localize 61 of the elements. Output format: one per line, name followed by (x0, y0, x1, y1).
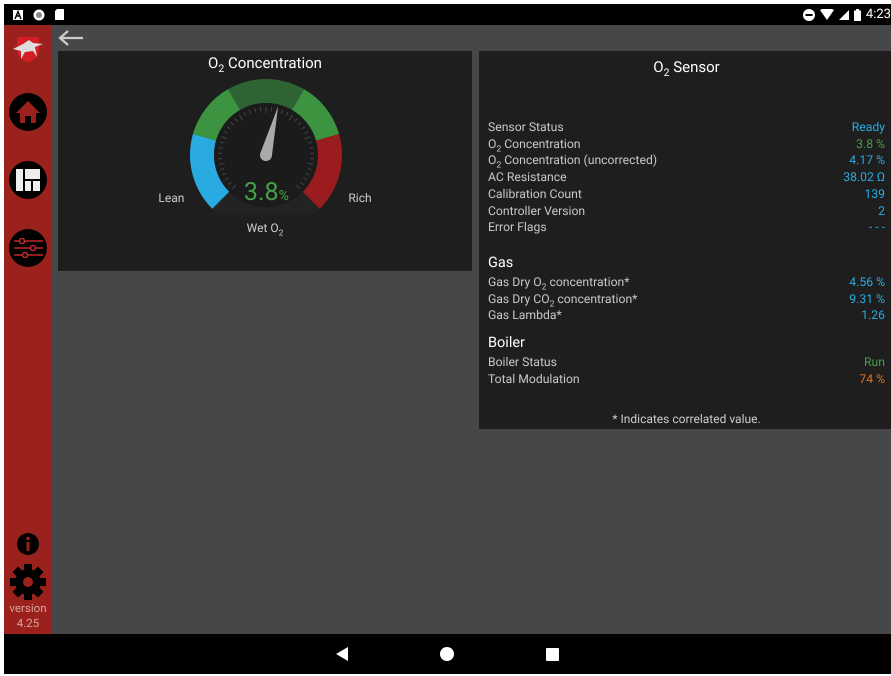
back-nav-button[interactable] (336, 647, 348, 661)
row-value: 4.17 % (849, 152, 885, 170)
row-label: Gas Dry CO$_{2}$ concentration* (488, 290, 638, 308)
row-label: AC Resistance (488, 169, 567, 186)
back-triangle-icon (336, 647, 348, 661)
card-title: O$_{2}$ Sensor (652, 57, 721, 77)
record-icon (33, 8, 45, 20)
row-value: 3.8 % (856, 136, 885, 152)
row-label: Controller Version (488, 202, 586, 220)
row-value: 9.31 % (849, 290, 885, 308)
gauge-value: 3.8% (244, 178, 289, 207)
footnote: * Indicates correlated value. (611, 412, 762, 426)
battery-icon (854, 8, 861, 20)
logo-drawing (11, 35, 45, 63)
dashboard-button[interactable] (9, 161, 47, 199)
rich-label: Rich (348, 191, 372, 205)
row-label: O$_{2}$ Concentration (488, 136, 581, 152)
row-value: 38.02 Ω (843, 169, 885, 186)
row-label: Gas Dry O$_{2}$ concentration* (488, 274, 630, 291)
row-value: 139 (864, 186, 885, 203)
home-nav-button[interactable] (440, 647, 454, 661)
row-value: 74 % (859, 370, 885, 388)
row-value: 1.26 (861, 307, 885, 324)
do-not-disturb-icon (802, 8, 815, 20)
row-value: - - - (868, 219, 885, 236)
dashboard-icon (16, 169, 40, 191)
lean-label: Lean (158, 191, 184, 205)
sliders-icon (13, 238, 43, 258)
app-icon (13, 10, 23, 20)
signal-icon (838, 10, 849, 20)
gauge-needle (260, 106, 278, 161)
gauge-caption: Wet O$_{2}$ (246, 221, 284, 235)
row-label: Calibration Count (488, 186, 582, 203)
settings-icon[interactable] (9, 563, 47, 601)
version-label: version (9, 601, 47, 616)
wifi-icon (820, 9, 834, 20)
back-arrow-icon (58, 30, 84, 46)
row-label: Error Flags (488, 219, 547, 236)
row-label: Sensor Status (488, 119, 564, 136)
card-title: O$_{2}$ Concentration (208, 53, 322, 73)
home-button[interactable] (9, 93, 47, 131)
row-value: Ready (852, 119, 885, 136)
row-label: Boiler Status (488, 354, 557, 371)
row-label: Total Modulation (488, 370, 580, 388)
info-icon[interactable] (17, 533, 39, 555)
version-number: 4.25 (16, 616, 40, 631)
row-value: 4.56 % (849, 274, 885, 291)
row-value: 2 (878, 202, 885, 220)
back-button[interactable] (58, 30, 84, 46)
sd-card-icon (55, 9, 64, 20)
row-label: Gas Lambda* (488, 307, 562, 324)
row-value: Run (864, 354, 885, 371)
square-icon (546, 648, 559, 660)
home-circle-icon (440, 647, 454, 661)
section-heading: Boiler (488, 334, 526, 352)
clock: 4:23 (866, 7, 891, 22)
settings-sliders-button[interactable] (9, 229, 47, 267)
row-label: O$_{2}$ Concentration (uncorrected) (488, 152, 658, 170)
recents-nav-button[interactable] (546, 648, 559, 660)
home-icon (15, 100, 41, 124)
section-heading: Gas (488, 254, 514, 271)
